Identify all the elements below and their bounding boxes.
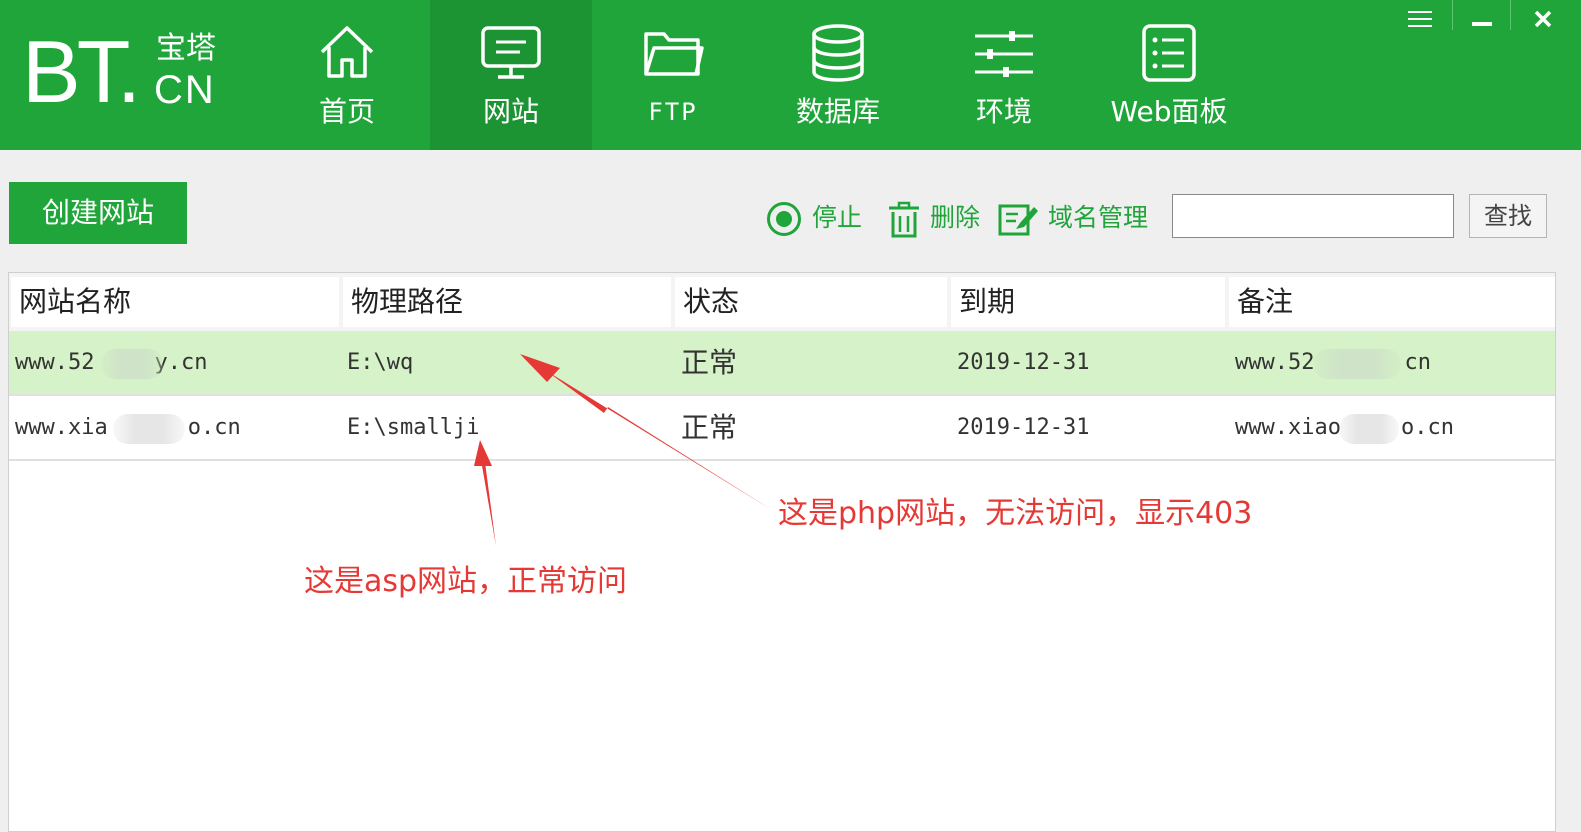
nav-home-label: 首页 [318,95,375,128]
nav-ftp[interactable]: FTP [592,0,754,150]
folder-icon [644,32,704,76]
window-control-divider [1452,0,1453,30]
site-name-text: www.xia [15,415,108,440]
logo-cn: CN [154,68,216,112]
menu-icon[interactable] [1400,6,1440,34]
expire-cell: 2019-12-31 [957,415,1090,440]
search-input[interactable] [1172,194,1454,238]
edit-icon [998,204,1038,236]
nav-web-panel-label: Web面板 [1110,95,1228,128]
note-text: www.xiao [1235,415,1341,440]
note-text: o.cn [1400,415,1454,440]
redacted-blur [1339,414,1399,444]
site-name-text: www.52 [15,350,95,375]
website-table: 网站名称 物理路径 状态 到期 备注 www.52 y.cn E:\wq 正常 2… [8,272,1556,832]
nav-environment[interactable]: 环境 [923,0,1085,150]
stop-label: 停止 [812,203,863,232]
stop-button[interactable]: 停止 [766,196,862,240]
expire-cell: 2019-12-31 [957,350,1090,375]
column-header-expire[interactable]: 到期 [951,277,1225,327]
nav-ftp-label: FTP [648,98,698,126]
nav-web-panel[interactable]: Web面板 [1088,0,1250,150]
list-panel-icon [1142,24,1196,82]
delete-button[interactable]: 删除 [886,196,982,240]
status-cell: 正常 [681,411,738,444]
stop-icon [767,202,801,236]
trash-icon [889,201,919,238]
logo-main: BT. [22,22,141,121]
home-icon [320,26,374,78]
table-row[interactable]: www.52 y.cn E:\wq 正常 2019-12-31 www.52 cn [9,331,1555,395]
delete-label: 删除 [930,203,981,232]
nav-website[interactable]: 网站 [430,0,592,150]
row-divider [9,459,1555,461]
column-header-note[interactable]: 备注 [1229,277,1555,327]
redacted-blur [1313,349,1401,379]
sliders-icon [975,31,1033,77]
nav-home[interactable]: 首页 [266,0,428,150]
path-cell: E:\wq [347,350,414,375]
asp-annotation: 这是asp网站，正常访问 [304,564,628,599]
nav-database[interactable]: 数据库 [757,0,919,150]
minimize-icon[interactable] [1462,6,1502,34]
status-cell: 正常 [681,346,738,379]
domain-manage-label: 域名管理 [1048,203,1149,232]
redacted-blur [113,414,185,444]
redacted-blur [101,349,163,379]
bt-logo: BT. 宝塔 CN [18,22,248,122]
logo-chinese: 宝塔 [156,31,216,66]
nav-environment-label: 环境 [975,95,1032,128]
column-header-status[interactable]: 状态 [675,277,947,327]
column-header-name[interactable]: 网站名称 [11,277,339,327]
note-text: www.52 [1235,350,1315,375]
monitor-icon [481,26,541,79]
path-cell: E:\smallji [347,415,480,440]
window-control-divider [1510,0,1511,30]
top-header: BT. 宝塔 CN 首页 网站 FTP 数据库 环境 Web面板 [0,0,1581,150]
table-header: 网站名称 物理路径 状态 到期 备注 [9,273,1555,331]
search-button[interactable]: 查找 [1469,194,1547,238]
domain-manage-button[interactable]: 域名管理 [998,196,1148,240]
close-icon[interactable] [1522,6,1562,34]
nav-database-label: 数据库 [795,95,880,128]
create-website-button[interactable]: 创建网站 [9,182,187,244]
nav-website-label: 网站 [482,95,539,128]
note-text: cn [1404,350,1431,375]
database-icon [812,24,864,82]
php-annotation: 这是php网站，无法访问，显示403 [778,496,1253,531]
table-row[interactable]: www.xia o.cn E:\smallji 正常 2019-12-31 www… [9,396,1555,460]
column-header-path[interactable]: 物理路径 [343,277,671,327]
site-name-text: o.cn [187,415,241,440]
